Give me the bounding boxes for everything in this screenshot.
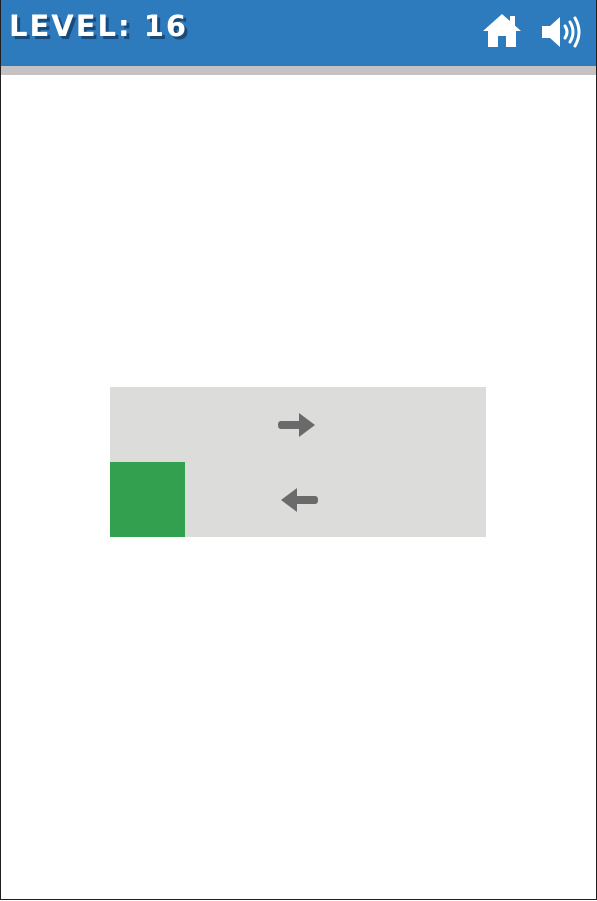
arrow-left-tile[interactable]	[260, 462, 335, 537]
header-divider	[1, 66, 596, 75]
game-screen: LEVEL: 16	[0, 0, 597, 900]
game-board	[110, 387, 486, 537]
speaker-icon	[542, 16, 581, 48]
level-label: LEVEL: 16	[9, 9, 189, 43]
arrow-right-tile[interactable]	[260, 387, 335, 462]
home-button[interactable]	[481, 11, 523, 49]
home-icon	[483, 14, 521, 47]
arrow-left-icon	[280, 487, 318, 512]
arrow-right-icon	[277, 412, 315, 437]
sound-button[interactable]	[539, 13, 585, 51]
top-bar: LEVEL: 16	[1, 0, 596, 66]
player-block[interactable]	[110, 462, 185, 537]
